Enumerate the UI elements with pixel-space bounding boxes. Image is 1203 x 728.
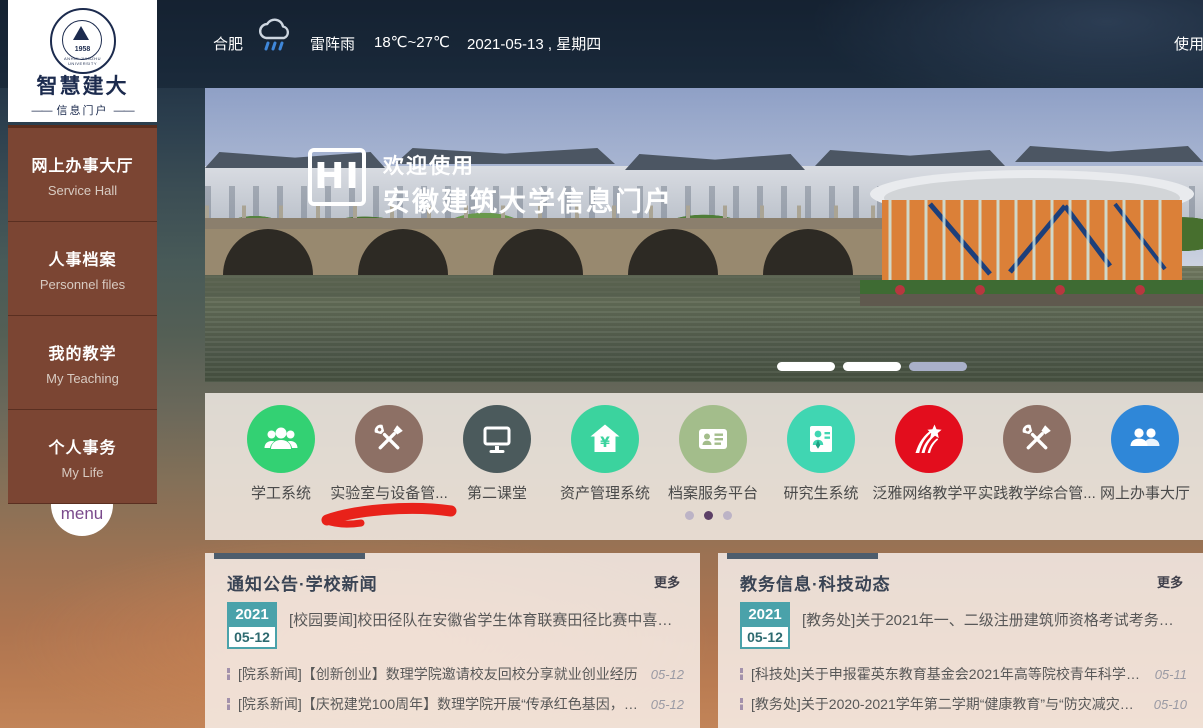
banner-carousel[interactable]: HI 欢迎使用 安徽建筑大学信息门户: [205, 88, 1203, 382]
sidebar-item-label: 网上办事大厅: [31, 152, 133, 176]
news-list-item[interactable]: [科技处]关于申报霍英东教育基金会2021年高等院校青年科学奖及教育教学.. 0…: [740, 659, 1187, 689]
featured-headline[interactable]: [校园要闻]校田径队在安徽省学生体育联赛田径比赛中喜获佳绩: [289, 609, 682, 630]
news-date: 05-12: [651, 667, 684, 682]
carousel-indicator-2[interactable]: [843, 362, 901, 371]
badge-date: 05-12: [227, 627, 277, 649]
featured-date-badge: 2021 05-12: [740, 602, 790, 649]
panel-accent-bar: [727, 553, 878, 559]
sidebar-item-label: 个人事务: [48, 434, 116, 458]
more-link[interactable]: 更多: [1157, 572, 1183, 591]
more-link[interactable]: 更多: [654, 572, 680, 591]
sidebar-item-label: 人事档案: [48, 246, 116, 270]
banner-welcome-line2: 安徽建筑大学信息门户: [383, 180, 673, 219]
sidebar-item-sublabel: My Teaching: [46, 371, 119, 386]
weather-label: 雷阵雨: [310, 33, 355, 54]
news-text: [教务处]关于2020-2021学年第二学期“健康教育”与“防灾减灾救灾教育..…: [751, 694, 1144, 714]
help-link[interactable]: 使用: [1174, 33, 1203, 54]
list-marker-icon: [740, 668, 743, 680]
news-list-item[interactable]: [教务处]关于2020-2021学年第二学期“健康教育”与“防灾减灾救灾教育..…: [740, 689, 1187, 719]
app-row-pagination: [685, 511, 732, 520]
panel-academic-tech: 教务信息·科技动态 更多 2021 05-12 [教务处]关于2021年一、二级…: [718, 553, 1203, 728]
sidebar-item-sublabel: My Life: [62, 465, 104, 480]
university-seal-icon: 1958 ANHUI JIANZHU UNIVERSITY: [50, 8, 116, 74]
weather-rain-icon: [254, 16, 296, 58]
news-date: 05-10: [1154, 697, 1187, 712]
page-dot-1[interactable]: [685, 511, 694, 520]
panel-title: 通知公告·学校新闻: [227, 570, 378, 595]
banner-welcome-line1: 欢迎使用: [383, 150, 475, 180]
featured-date-badge: 2021 05-12: [227, 602, 277, 649]
sidebar-item-sublabel: Personnel files: [40, 277, 125, 292]
university-logo-box[interactable]: 1958 ANHUI JIANZHU UNIVERSITY 智慧建大 —— 信息…: [8, 0, 157, 122]
panel-title: 教务信息·科技动态: [740, 570, 891, 595]
carousel-indicator-3[interactable]: [909, 362, 967, 371]
badge-year: 2021: [227, 602, 277, 627]
sidebar-item-sublabel: Service Hall: [48, 183, 117, 198]
list-marker-icon: [740, 698, 743, 710]
panel-accent-bar: [214, 553, 365, 559]
portal-title: 智慧建大: [8, 76, 157, 97]
top-bar: [0, 0, 1203, 88]
menu-button-label: menu: [51, 504, 113, 524]
banner-roof: [625, 154, 805, 170]
date-label: 2021-05-13 , 星期四: [467, 33, 601, 54]
city-label: 合肥: [213, 33, 243, 54]
panel-notices-news: 通知公告·学校新闻 更多 2021 05-12 [校园要闻]校田径队在安徽省学生…: [205, 553, 700, 728]
news-list-item[interactable]: [院系新闻]【创新创业】数理学院邀请校友回校分享就业创业经历 05-12: [227, 659, 684, 689]
carousel-indicator-1[interactable]: [777, 362, 835, 371]
temperature-label: 18℃~27℃: [374, 33, 450, 51]
sidebar: 网上办事大厅 Service Hall 人事档案 Personnel files…: [8, 125, 157, 504]
page-dot-3[interactable]: [723, 511, 732, 520]
page-dot-2-active[interactable]: [704, 511, 713, 520]
badge-year: 2021: [740, 602, 790, 627]
news-date: 05-11: [1155, 667, 1187, 682]
sidebar-item-my-teaching[interactable]: 我的教学 My Teaching: [8, 316, 157, 410]
news-date: 05-12: [651, 697, 684, 712]
news-text: [院系新闻]【庆祝建党100周年】数理学院开展“传承红色基因，喜迎百年...: [238, 694, 641, 714]
sidebar-item-service-hall[interactable]: 网上办事大厅 Service Hall: [8, 125, 157, 222]
sidebar-item-personnel-files[interactable]: 人事档案 Personnel files: [8, 222, 157, 316]
badge-date: 05-12: [740, 627, 790, 649]
banner-round-building: [860, 154, 1203, 314]
news-list-item[interactable]: [院系新闻]【庆祝建党100周年】数理学院开展“传承红色基因，喜迎百年... 0…: [227, 689, 684, 719]
app-shortcut-row: 学工系统 实验室与设备管... 第二课堂 ¥ 资产管理系统 档案服务平台 研究生…: [205, 393, 1203, 540]
news-text: [院系新闻]【创新创业】数理学院邀请校友回校分享就业创业经历: [238, 664, 641, 684]
featured-headline[interactable]: [教务处]关于2021年一、二级注册建筑师资格考试考务培训工作...: [802, 609, 1185, 630]
sidebar-item-label: 我的教学: [48, 340, 116, 364]
list-marker-icon: [227, 698, 230, 710]
list-marker-icon: [227, 668, 230, 680]
hi-logo: HI: [308, 148, 366, 206]
sidebar-item-my-life[interactable]: 个人事务 My Life: [8, 410, 157, 504]
news-text: [科技处]关于申报霍英东教育基金会2021年高等院校青年科学奖及教育教学..: [751, 664, 1145, 684]
portal-subtitle: —— 信息门户 ——: [8, 102, 157, 118]
